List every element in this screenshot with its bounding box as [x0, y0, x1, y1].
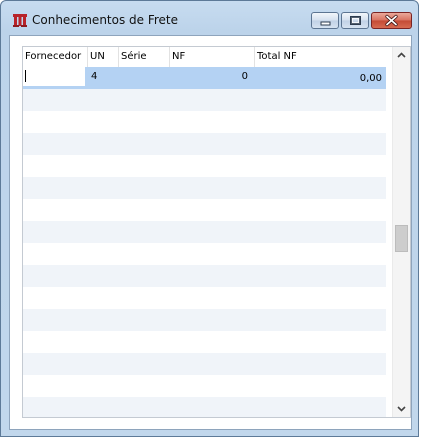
column-header-serie[interactable]: Série [119, 47, 170, 67]
minimize-button[interactable] [311, 12, 339, 29]
minimize-icon [320, 21, 331, 26]
app-logo-icon [13, 14, 27, 27]
empty-table-row[interactable] [23, 309, 386, 331]
total-nf-cell[interactable]: 0,00 [258, 69, 382, 89]
grid-rows: 4 0 0,00 [23, 67, 386, 417]
title-bar[interactable]: Conhecimentos de Frete [1, 1, 418, 35]
column-header-fornecedor[interactable]: Fornecedor [23, 47, 88, 67]
scroll-down-button[interactable] [393, 400, 410, 417]
empty-table-row[interactable] [23, 111, 386, 133]
un-cell[interactable]: 4 [91, 67, 117, 87]
vertical-scrollbar[interactable] [392, 47, 410, 417]
empty-table-row[interactable] [23, 397, 386, 417]
empty-table-row[interactable] [23, 375, 386, 397]
empty-table-row[interactable] [23, 199, 386, 221]
window-title: Conhecimentos de Frete [32, 13, 179, 27]
empty-table-row[interactable] [23, 287, 386, 309]
empty-table-row[interactable] [23, 177, 386, 199]
empty-table-row[interactable] [23, 265, 386, 287]
fornecedor-cell[interactable] [23, 67, 85, 87]
app-window: Conhecimentos de Frete Fornecedor UN Sér… [0, 0, 419, 437]
scroll-up-button[interactable] [393, 47, 410, 64]
empty-table-row[interactable] [23, 353, 386, 375]
grid-header: Fornecedor UN Série NF Total NF [23, 47, 386, 68]
column-header-nf[interactable]: NF [170, 47, 255, 67]
close-button[interactable] [371, 12, 412, 29]
serie-cell[interactable] [122, 67, 168, 87]
empty-table-row[interactable] [23, 331, 386, 353]
column-header-total-nf[interactable]: Total NF [255, 47, 386, 67]
close-icon [385, 14, 398, 27]
nf-cell[interactable]: 0 [173, 67, 248, 87]
empty-table-row[interactable] [23, 155, 386, 177]
table-row[interactable]: 4 0 0,00 [23, 67, 386, 89]
window-client-area: Fornecedor UN Série NF Total NF 4 0 0,00 [9, 35, 412, 430]
freight-grid[interactable]: Fornecedor UN Série NF Total NF 4 0 0,00 [22, 46, 411, 418]
empty-table-row[interactable] [23, 243, 386, 265]
scroll-thumb[interactable] [395, 225, 408, 252]
empty-table-row[interactable] [23, 221, 386, 243]
maximize-button[interactable] [341, 12, 369, 29]
text-cursor [25, 70, 26, 82]
column-header-un[interactable]: UN [88, 47, 119, 67]
empty-table-row[interactable] [23, 133, 386, 155]
maximize-icon [350, 16, 361, 25]
empty-table-row[interactable] [23, 89, 386, 111]
chevron-down-icon [397, 406, 406, 412]
chevron-up-icon [397, 52, 406, 58]
